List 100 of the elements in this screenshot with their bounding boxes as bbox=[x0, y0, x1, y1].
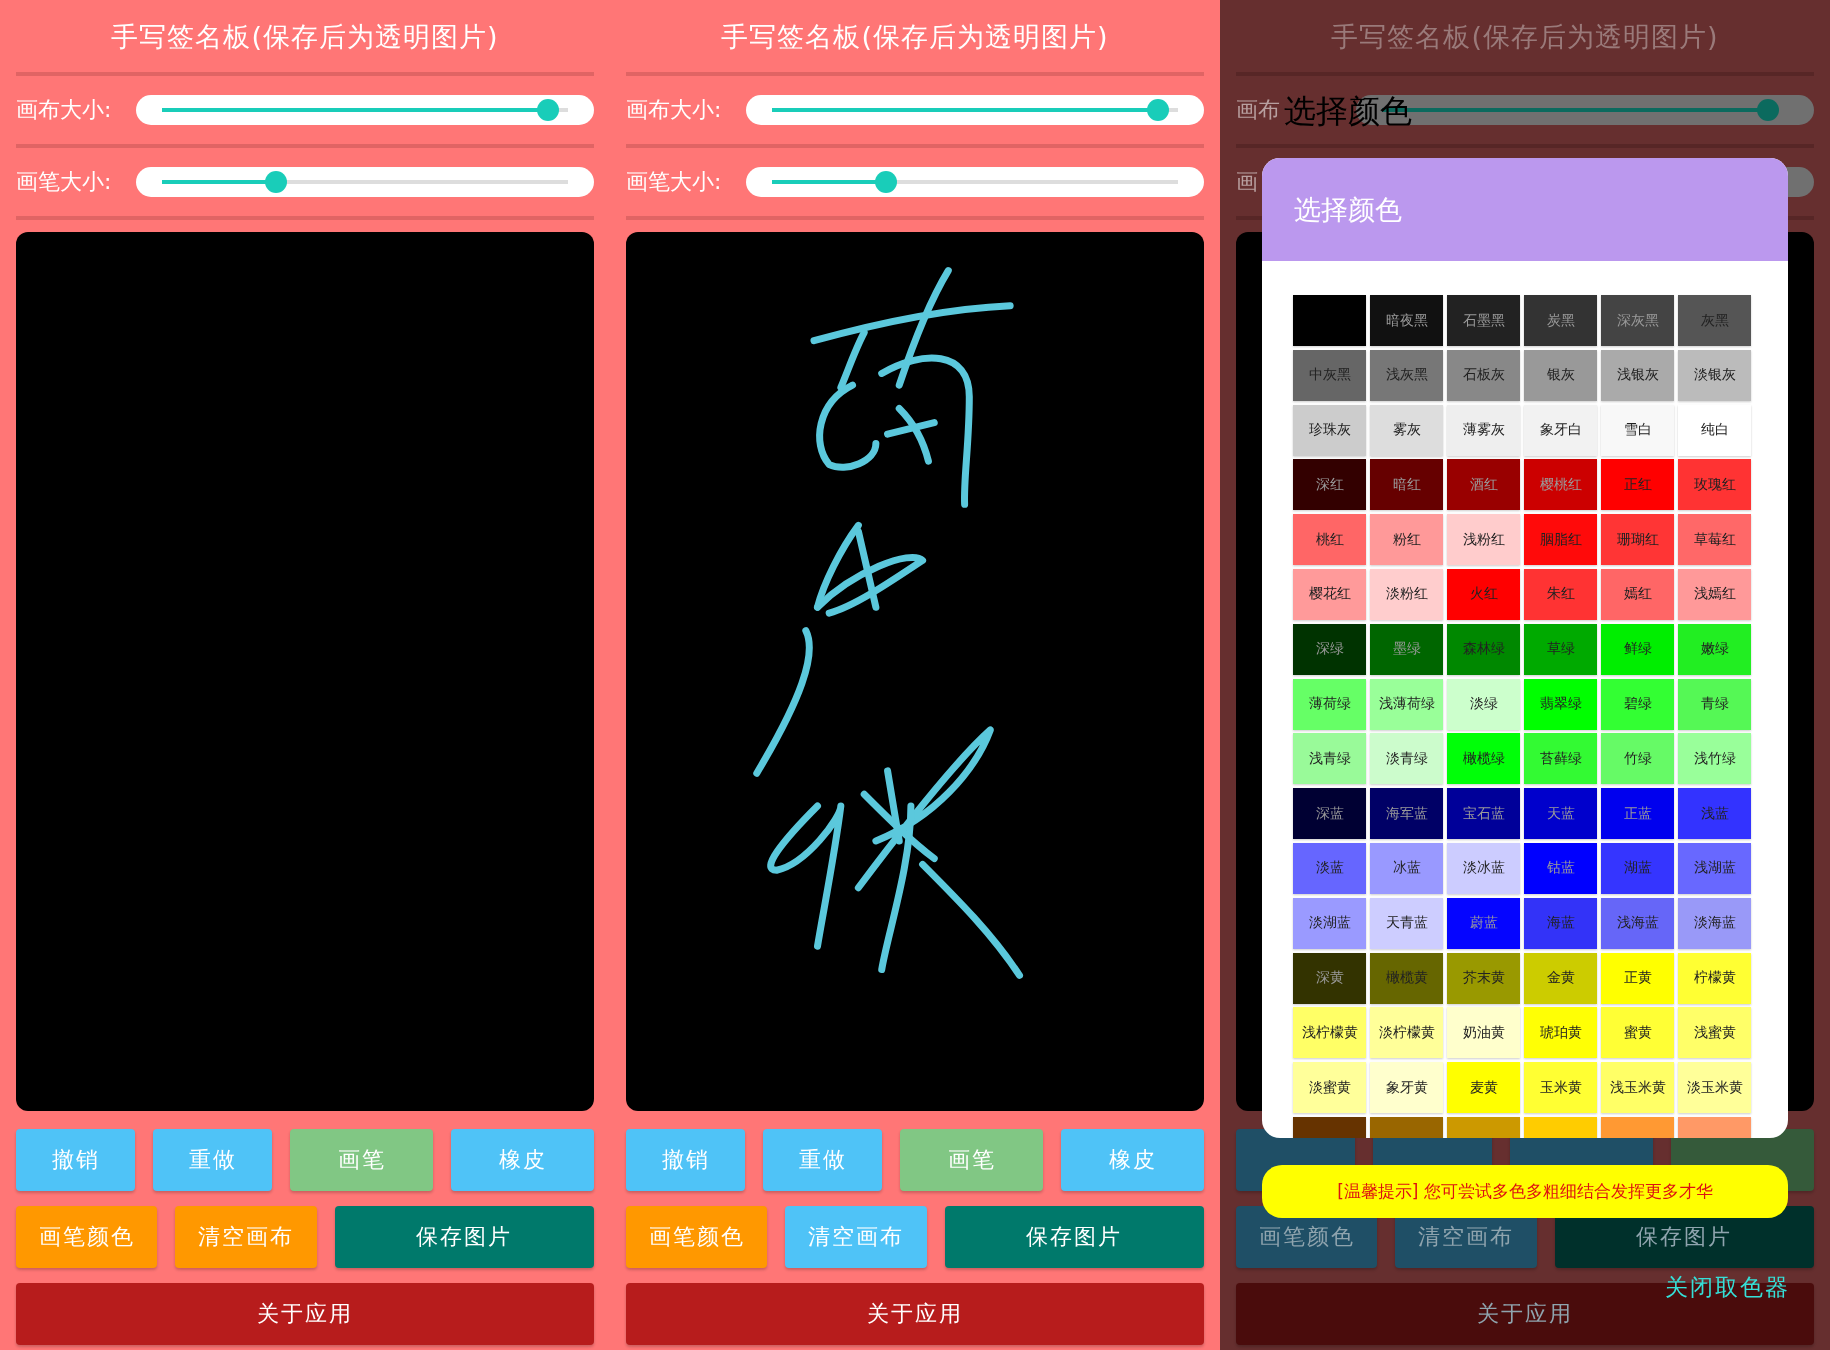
color-swatch[interactable]: 樱花红 bbox=[1293, 569, 1366, 620]
color-swatch[interactable]: 浅薄荷绿 bbox=[1370, 678, 1443, 730]
color-swatch[interactable]: 石板灰 bbox=[1447, 349, 1520, 401]
color-swatch[interactable]: 酒红 bbox=[1447, 459, 1520, 511]
color-swatch[interactable]: 淡冰蓝 bbox=[1447, 842, 1520, 894]
color-swatch[interactable]: 珍珠灰 bbox=[1293, 404, 1366, 456]
color-swatch[interactable]: 蔚蓝 bbox=[1447, 897, 1520, 949]
action-button[interactable]: 保存图片 bbox=[334, 1206, 594, 1268]
color-swatch[interactable]: 淡银灰 bbox=[1678, 349, 1751, 401]
color-swatch[interactable]: 竹绿 bbox=[1601, 733, 1674, 785]
color-swatch[interactable]: 暗夜黑 bbox=[1370, 295, 1443, 346]
slider[interactable] bbox=[136, 95, 594, 125]
color-swatch[interactable]: 粉红 bbox=[1370, 514, 1443, 566]
color-swatch[interactable]: 珊瑚红 bbox=[1601, 514, 1674, 566]
color-swatch[interactable]: 深黄 bbox=[1293, 952, 1366, 1004]
color-swatch[interactable]: 碧绿 bbox=[1601, 678, 1674, 730]
action-button[interactable]: 关于应用 bbox=[16, 1283, 594, 1345]
color-swatch[interactable]: 薄荷绿 bbox=[1293, 678, 1366, 730]
color-swatch[interactable]: 浅海蓝 bbox=[1601, 897, 1674, 949]
color-swatch[interactable]: 纯白 bbox=[1678, 404, 1751, 456]
drawing-canvas[interactable] bbox=[626, 232, 1204, 1111]
color-swatch[interactable]: 浅银灰 bbox=[1601, 349, 1674, 401]
color-swatch[interactable]: 草莓红 bbox=[1678, 514, 1751, 566]
color-swatch[interactable]: 石墨黑 bbox=[1447, 295, 1520, 346]
color-swatch[interactable]: 浅竹绿 bbox=[1678, 733, 1751, 785]
color-swatch[interactable]: 淡海蓝 bbox=[1678, 897, 1751, 949]
color-swatch[interactable]: 森林绿 bbox=[1447, 623, 1520, 675]
color-swatch[interactable]: 胭脂红 bbox=[1524, 514, 1597, 566]
color-swatch[interactable]: 正黄 bbox=[1601, 952, 1674, 1004]
color-swatch[interactable]: 浅柠檬黄 bbox=[1293, 1007, 1366, 1059]
color-swatch[interactable]: 蜜黄 bbox=[1601, 1007, 1674, 1059]
color-swatch[interactable]: 钴蓝 bbox=[1524, 842, 1597, 894]
color-swatch[interactable]: 琥珀黄 bbox=[1524, 1007, 1597, 1059]
color-swatch[interactable] bbox=[1293, 295, 1366, 346]
slider-thumb[interactable] bbox=[1756, 99, 1779, 121]
color-swatch[interactable]: 暗红 bbox=[1370, 459, 1443, 511]
color-swatch[interactable]: 朱红 bbox=[1524, 569, 1597, 620]
color-swatch[interactable]: 淡柠檬黄 bbox=[1370, 1007, 1443, 1059]
color-swatch[interactable]: 象牙白 bbox=[1524, 404, 1597, 456]
color-swatch[interactable]: 深红 bbox=[1293, 459, 1366, 511]
color-swatch[interactable]: 正红 bbox=[1601, 459, 1674, 511]
color-swatch[interactable]: 深蓝 bbox=[1293, 788, 1366, 840]
color-swatch[interactable]: 浅嫣红 bbox=[1678, 569, 1751, 620]
color-swatch[interactable]: 浅灰黑 bbox=[1370, 349, 1443, 401]
color-swatch[interactable]: 冰蓝 bbox=[1370, 842, 1443, 894]
color-swatch[interactable]: 雾灰 bbox=[1370, 404, 1443, 456]
color-swatch[interactable]: 浅青绿 bbox=[1293, 733, 1366, 785]
color-swatch[interactable]: 象牙黄 bbox=[1370, 1062, 1443, 1114]
color-swatch[interactable]: 浅粉红 bbox=[1447, 514, 1520, 566]
color-swatch[interactable]: 淡青绿 bbox=[1370, 733, 1443, 785]
slider-thumb[interactable] bbox=[536, 99, 559, 121]
color-swatch[interactable]: 桃红 bbox=[1293, 514, 1366, 566]
slider-label: 画布大小: bbox=[626, 97, 722, 122]
color-swatch[interactable]: 深灰黑 bbox=[1601, 295, 1674, 346]
color-swatch[interactable]: 青绿 bbox=[1678, 678, 1751, 730]
color-swatch[interactable]: 玫瑰红 bbox=[1678, 459, 1751, 511]
slider[interactable] bbox=[136, 167, 594, 197]
color-swatch[interactable]: 淡粉红 bbox=[1370, 569, 1443, 620]
color-swatch[interactable]: 嫩绿 bbox=[1678, 623, 1751, 675]
color-swatch[interactable]: 天蓝 bbox=[1524, 788, 1597, 840]
color-swatch[interactable]: 天青蓝 bbox=[1370, 897, 1443, 949]
action-button[interactable]: 关于应用 bbox=[626, 1283, 1204, 1345]
app-title: 手写签名板(保存后为透明图片) bbox=[720, 20, 1110, 54]
slider-thumb[interactable] bbox=[264, 171, 287, 193]
color-swatch[interactable]: 宝石蓝 bbox=[1447, 788, 1520, 840]
color-swatch[interactable]: 奶油黄 bbox=[1447, 1007, 1520, 1059]
color-swatch[interactable]: 炭黑 bbox=[1524, 295, 1597, 346]
color-swatch[interactable]: 淡蓝 bbox=[1293, 842, 1366, 894]
color-swatch[interactable]: 浅湖蓝 bbox=[1678, 842, 1751, 894]
color-swatch[interactable]: 火红 bbox=[1447, 569, 1520, 620]
app-title: 手写签名板(保存后为透明图片) bbox=[110, 20, 500, 54]
color-swatch[interactable]: 浅玉米黄 bbox=[1601, 1062, 1674, 1114]
color-swatch[interactable]: 淡湖蓝 bbox=[1293, 897, 1366, 949]
color-swatch[interactable]: 苔藓绿 bbox=[1524, 733, 1597, 785]
color-swatch[interactable]: 金黄 bbox=[1524, 952, 1597, 1004]
color-swatch[interactable]: 鲜绿 bbox=[1601, 623, 1674, 675]
color-swatch[interactable]: 草绿 bbox=[1524, 623, 1597, 675]
color-swatch[interactable]: 雪白 bbox=[1601, 404, 1674, 456]
color-swatch[interactable]: 淡蜜黄 bbox=[1293, 1062, 1366, 1114]
color-swatch[interactable]: 淡绿 bbox=[1447, 678, 1520, 730]
color-swatch[interactable]: 深绿 bbox=[1293, 623, 1366, 675]
color-swatch[interactable]: 薄雾灰 bbox=[1447, 404, 1520, 456]
slider-label: 画布 bbox=[1236, 97, 1280, 122]
slider-thumb[interactable] bbox=[874, 171, 897, 193]
color-swatch[interactable]: 嫣红 bbox=[1601, 569, 1674, 620]
slider[interactable] bbox=[746, 167, 1204, 197]
color-swatch[interactable]: 海军蓝 bbox=[1370, 788, 1443, 840]
color-swatch[interactable]: 玉米黄 bbox=[1524, 1062, 1597, 1114]
color-swatch[interactable]: 橄榄绿 bbox=[1447, 733, 1520, 785]
slider-thumb[interactable] bbox=[1146, 99, 1169, 121]
action-button[interactable]: 保存图片 bbox=[944, 1206, 1204, 1268]
slider[interactable] bbox=[746, 95, 1204, 125]
color-swatch[interactable]: 正蓝 bbox=[1601, 788, 1674, 840]
color-swatch[interactable]: 翡翠绿 bbox=[1524, 678, 1597, 730]
color-swatch[interactable]: 银灰 bbox=[1524, 349, 1597, 401]
color-swatch[interactable]: 柠檬黄 bbox=[1678, 952, 1751, 1004]
color-swatch[interactable]: 淡玉米黄 bbox=[1678, 1062, 1751, 1114]
color-swatch[interactable]: 浅蜜黄 bbox=[1678, 1007, 1751, 1059]
color-swatch[interactable]: 芥末黄 bbox=[1447, 952, 1520, 1004]
color-swatch[interactable]: 麦黄 bbox=[1447, 1062, 1520, 1114]
